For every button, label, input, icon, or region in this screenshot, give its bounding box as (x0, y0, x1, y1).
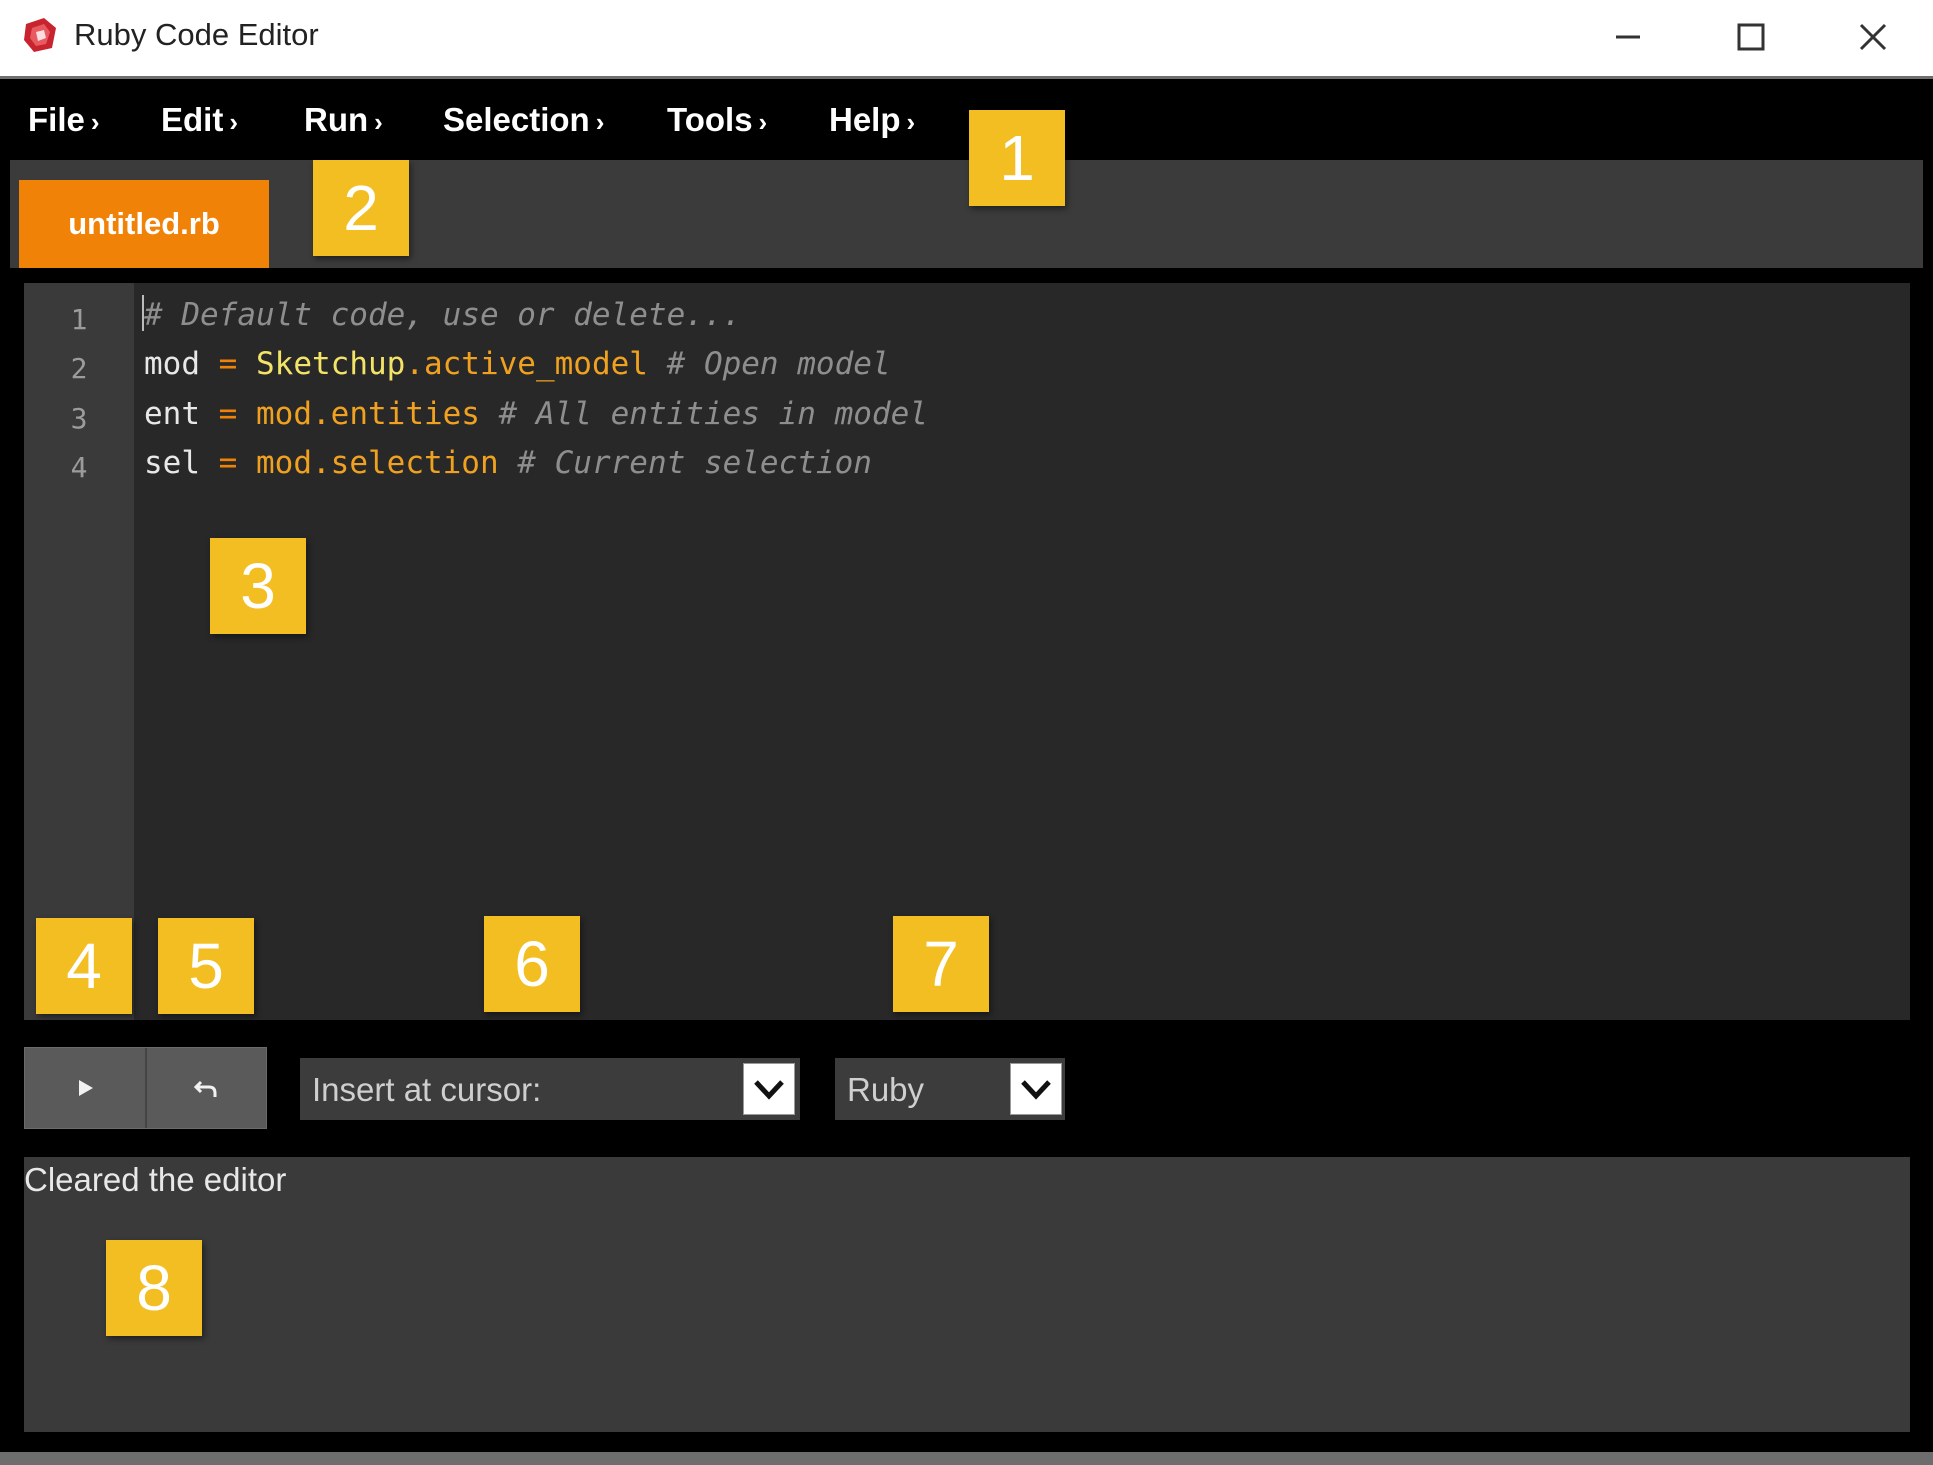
code-object: mod (256, 396, 312, 432)
callout-badge: 7 (893, 916, 989, 1012)
code-comment: # Default code, use or delete... (144, 297, 742, 333)
code-comment: # Current selection (498, 445, 872, 481)
tab-untitled[interactable]: untitled.rb (19, 180, 269, 268)
code-method: .selection (312, 445, 499, 481)
sketchup-ruby-icon (22, 14, 60, 54)
chevron-right-icon: › (595, 107, 605, 137)
code-operator: = (200, 346, 256, 382)
menu-selection-label: Selection (443, 101, 590, 138)
window-titlebar: Ruby Code Editor (0, 0, 1933, 79)
menu-run-label: Run (304, 101, 369, 138)
menu-file-label: File (28, 101, 85, 138)
code-line: ent = mod.entities # All entities in mod… (144, 396, 928, 432)
insert-snippet-select[interactable]: Insert at cursor: (300, 1058, 800, 1120)
code-method: .entities (312, 396, 480, 432)
menu-selection[interactable]: Selection › (443, 101, 604, 139)
language-select-value: Ruby (847, 1071, 925, 1108)
line-number: 2 (70, 352, 88, 385)
line-number-gutter: 1 2 3 4 (24, 283, 134, 1020)
callout-badge: 1 (969, 110, 1065, 206)
menu-edit[interactable]: Edit › (161, 101, 238, 139)
code-comment: # Open model (647, 346, 891, 382)
code-line: mod = Sketchup.active_model # Open model (144, 346, 891, 382)
chevron-down-icon[interactable] (743, 1063, 795, 1115)
callout-badge: 4 (36, 918, 132, 1014)
output-console: Cleared the editor (24, 1157, 1910, 1432)
code-operator: = (200, 396, 256, 432)
menu-help[interactable]: Help › (829, 101, 915, 139)
undo-icon (193, 1080, 217, 1097)
minimize-icon[interactable] (1598, 12, 1658, 62)
maximize-icon[interactable] (1720, 12, 1780, 62)
output-message: Cleared the editor (24, 1161, 287, 1198)
undo-button[interactable] (146, 1048, 266, 1128)
callout-badge: 8 (106, 1240, 202, 1336)
code-line: # Default code, use or delete... (144, 297, 741, 333)
line-number: 4 (70, 451, 88, 484)
window-title: Ruby Code Editor (74, 17, 319, 52)
code-editor[interactable]: 1 2 3 4 # Default code, use or delete...… (24, 283, 1910, 1020)
menu-bar: File › Edit › Run › Selection › Tools › Help › (0, 79, 1933, 159)
menu-tools[interactable]: Tools › (667, 101, 767, 139)
window-bottom-border (0, 1452, 1933, 1465)
code-variable: sel (144, 445, 200, 481)
code-method: .active_model (405, 346, 648, 382)
callout-badge: 2 (313, 160, 409, 256)
insert-snippet-select-value: Insert at cursor: (312, 1071, 542, 1108)
code-comment: # All entities in model (479, 396, 928, 432)
menu-help-label: Help (829, 101, 901, 138)
close-icon[interactable] (1843, 12, 1903, 62)
code-operator: = (200, 445, 256, 481)
chevron-right-icon: › (906, 107, 916, 137)
chevron-right-icon: › (90, 107, 100, 137)
callout-badge: 6 (484, 916, 580, 1012)
run-button[interactable] (25, 1048, 147, 1128)
code-object: mod (256, 445, 312, 481)
menu-tools-label: Tools (667, 101, 753, 138)
chevron-down-icon[interactable] (1010, 1063, 1062, 1115)
menu-run[interactable]: Run › (304, 101, 383, 139)
tab-strip: untitled.rb (10, 160, 1923, 268)
chevron-right-icon: › (229, 107, 238, 137)
callout-badge: 3 (210, 538, 306, 634)
code-variable: ent (144, 396, 200, 432)
callout-badge: 5 (158, 918, 254, 1014)
code-variable: mod (144, 346, 200, 382)
line-number: 3 (70, 402, 88, 435)
code-constant: Sketchup (256, 346, 406, 382)
menu-edit-label: Edit (161, 101, 224, 138)
line-number: 1 (70, 303, 88, 336)
language-select[interactable]: Ruby (835, 1058, 1065, 1120)
chevron-right-icon: › (758, 107, 768, 137)
play-icon (79, 1080, 93, 1096)
menu-file[interactable]: File › (28, 101, 100, 139)
chevron-right-icon: › (374, 107, 383, 137)
code-line: sel = mod.selection # Current selection (144, 445, 872, 481)
run-undo-button-group (24, 1047, 267, 1129)
